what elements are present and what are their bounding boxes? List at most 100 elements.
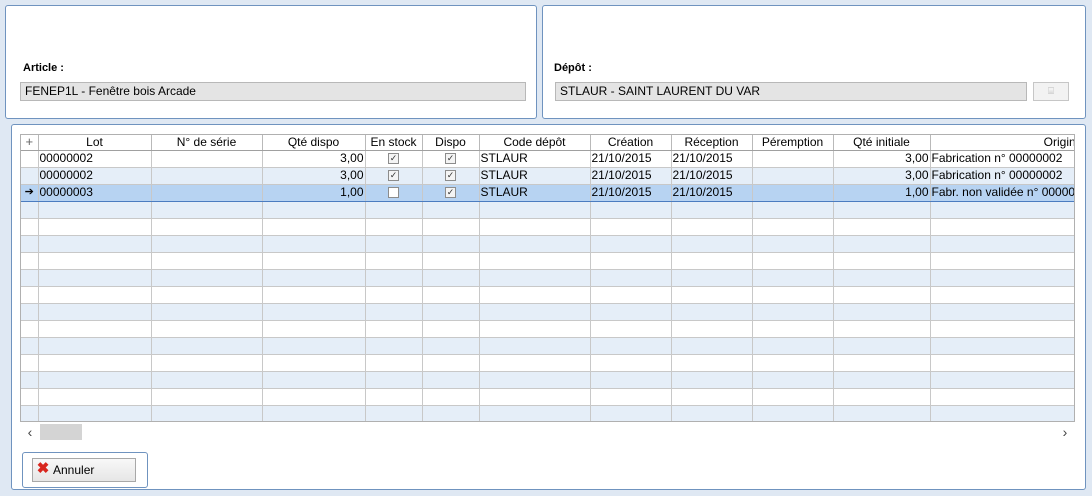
unchecked-box-icon[interactable] [388, 187, 399, 199]
reception-cell[interactable] [671, 218, 753, 236]
table-row[interactable]: ➔ 00000003 1,00 ✓ STLAUR 21/10/2015 21/10/2015… [21, 183, 1074, 202]
serie-cell[interactable] [151, 235, 263, 253]
col-header-creation[interactable]: Création [590, 135, 672, 151]
origine-cell[interactable] [930, 252, 1074, 270]
qte-initiale-cell[interactable] [833, 320, 931, 338]
reception-cell[interactable] [671, 337, 753, 355]
lot-cell[interactable] [38, 235, 152, 253]
table-row[interactable] [21, 320, 1074, 338]
article-field[interactable]: FENEP1L - Fenêtre bois Arcade [20, 82, 526, 101]
origine-cell[interactable] [930, 371, 1074, 389]
col-header-reception[interactable]: Réception [671, 135, 753, 151]
reception-cell[interactable]: 21/10/2015 [671, 183, 753, 202]
serie-cell[interactable] [151, 269, 263, 287]
serie-cell[interactable] [151, 371, 263, 389]
en-stock-checkbox[interactable]: ✓ [365, 167, 423, 185]
table-row[interactable] [21, 252, 1074, 270]
table-row[interactable] [21, 235, 1074, 253]
lot-cell[interactable] [38, 354, 152, 372]
peremption-cell[interactable] [752, 405, 834, 421]
creation-cell[interactable] [590, 235, 672, 253]
qte-initiale-cell[interactable] [833, 252, 931, 270]
lot-cell[interactable]: 00000002 [38, 150, 152, 168]
reception-cell[interactable]: 21/10/2015 [671, 150, 753, 168]
col-header-lot[interactable]: Lot [38, 135, 152, 151]
col-header-peremption[interactable]: Péremption [752, 135, 834, 151]
qte-dispo-cell[interactable] [262, 201, 366, 219]
qte-dispo-cell[interactable] [262, 303, 366, 321]
creation-cell[interactable] [590, 252, 672, 270]
reception-cell[interactable] [671, 252, 753, 270]
creation-cell[interactable]: 21/10/2015 [590, 167, 672, 185]
creation-cell[interactable] [590, 269, 672, 287]
peremption-cell[interactable] [752, 286, 834, 304]
peremption-cell[interactable] [752, 371, 834, 389]
code-depot-cell[interactable] [479, 354, 591, 372]
creation-cell[interactable] [590, 201, 672, 219]
qte-dispo-cell[interactable] [262, 235, 366, 253]
peremption-cell[interactable] [752, 269, 834, 287]
col-header-qte-dispo[interactable]: Qté dispo [262, 135, 366, 151]
peremption-cell[interactable] [752, 201, 834, 219]
qte-dispo-cell[interactable] [262, 337, 366, 355]
reception-cell[interactable]: 21/10/2015 [671, 167, 753, 185]
table-row[interactable] [21, 201, 1074, 219]
lot-cell[interactable] [38, 269, 152, 287]
peremption-cell[interactable] [752, 218, 834, 236]
serie-cell[interactable] [151, 303, 263, 321]
lot-cell[interactable]: 00000002 [38, 167, 152, 185]
qte-dispo-cell[interactable]: 3,00 [262, 150, 366, 168]
plus-icon[interactable]: + [21, 135, 39, 151]
origine-cell[interactable] [930, 201, 1074, 219]
reception-cell[interactable] [671, 388, 753, 406]
check-icon[interactable]: ✓ [445, 187, 456, 199]
reception-cell[interactable] [671, 405, 753, 421]
peremption-cell[interactable] [752, 235, 834, 253]
dispo-checkbox[interactable]: ✓ [422, 183, 480, 202]
table-row[interactable] [21, 405, 1074, 421]
lot-cell[interactable]: 00000003 [38, 183, 152, 202]
qte-initiale-cell[interactable] [833, 201, 931, 219]
reception-cell[interactable] [671, 303, 753, 321]
qte-initiale-cell[interactable]: 1,00 [833, 183, 931, 202]
table-row[interactable] [21, 286, 1074, 304]
scroll-left-icon[interactable]: ‹ [22, 423, 38, 441]
origine-cell[interactable]: Fabrication n° 00000002 [930, 167, 1074, 185]
table-row[interactable] [21, 354, 1074, 372]
code-depot-cell[interactable]: STLAUR [479, 183, 591, 202]
peremption-cell[interactable] [752, 183, 834, 202]
code-depot-cell[interactable] [479, 405, 591, 421]
code-depot-cell[interactable] [479, 388, 591, 406]
peremption-cell[interactable] [752, 388, 834, 406]
origine-cell[interactable] [930, 405, 1074, 421]
creation-cell[interactable] [590, 303, 672, 321]
qte-dispo-cell[interactable] [262, 269, 366, 287]
creation-cell[interactable] [590, 405, 672, 421]
serie-cell[interactable] [151, 167, 263, 185]
en-stock-checkbox[interactable]: ✓ [365, 150, 423, 168]
serie-cell[interactable] [151, 183, 263, 202]
depot-lookup-button[interactable]: ⌸ [1033, 82, 1069, 101]
lot-cell[interactable] [38, 405, 152, 421]
lot-cell[interactable] [38, 201, 152, 219]
table-row[interactable] [21, 388, 1074, 406]
peremption-cell[interactable] [752, 252, 834, 270]
peremption-cell[interactable] [752, 320, 834, 338]
peremption-cell[interactable] [752, 150, 834, 168]
qte-initiale-cell[interactable] [833, 286, 931, 304]
serie-cell[interactable] [151, 252, 263, 270]
qte-dispo-cell[interactable] [262, 218, 366, 236]
qte-dispo-cell[interactable] [262, 320, 366, 338]
serie-cell[interactable] [151, 354, 263, 372]
lot-cell[interactable] [38, 218, 152, 236]
origine-cell[interactable] [930, 303, 1074, 321]
check-icon[interactable]: ✓ [388, 170, 399, 182]
lot-cell[interactable] [38, 371, 152, 389]
origine-cell[interactable]: Fabr. non validée n° 00000003 [930, 183, 1074, 202]
code-depot-cell[interactable] [479, 337, 591, 355]
lot-cell[interactable] [38, 388, 152, 406]
dispo-checkbox[interactable]: ✓ [422, 150, 480, 168]
horizontal-scrollbar[interactable]: ‹ › [20, 423, 1075, 441]
peremption-cell[interactable] [752, 354, 834, 372]
cancel-button[interactable]: ✖ Annuler [32, 458, 136, 482]
